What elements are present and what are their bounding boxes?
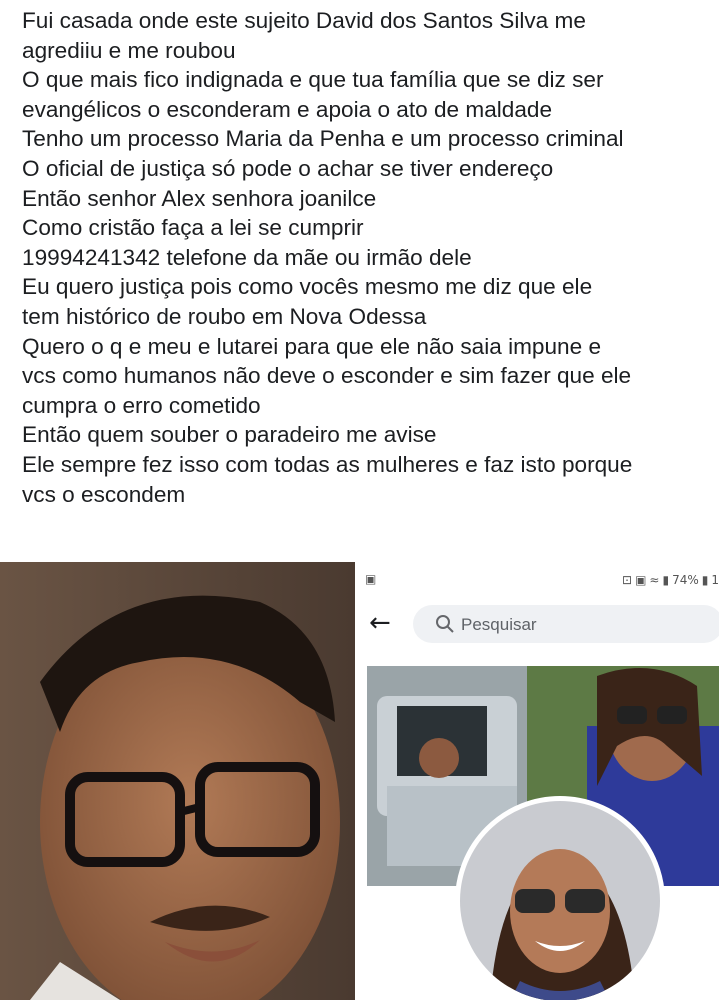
post-line: O oficial de justiça só pode o achar se …	[22, 155, 554, 181]
post-line: Fui casada onde este sujeito David dos S…	[22, 8, 586, 33]
signal-icon: ▮	[662, 573, 670, 587]
post-line: agrediiu e me roubou	[22, 37, 236, 63]
post-line: vcs o escondem	[22, 481, 186, 507]
profile-picture-image	[460, 801, 660, 1000]
search-bar: ← Pesquisar	[363, 602, 719, 650]
notification-icon: ▣	[365, 572, 377, 586]
battery-icon: ▮	[701, 573, 709, 587]
post-line: vcs como humanos não deve o esconder e s…	[22, 363, 632, 389]
post-line: Eu quero justiça pois como vocês mesmo m…	[22, 274, 593, 300]
status-icons: ⊡ ▣ ≈ ▮ 74% ▮ 1	[619, 573, 719, 587]
clock: 1	[711, 573, 719, 587]
post-line: Quero o q e meu e lutarei para que ele n…	[22, 333, 602, 359]
post-line: evangélicos o esconderam e apoia o ato d…	[22, 96, 553, 122]
back-arrow-icon[interactable]: ←	[369, 608, 399, 638]
post-line: Como cristão faça a lei se cumprir	[22, 215, 364, 241]
post-line: O que mais fico indignada e que tua famí…	[22, 67, 604, 93]
image-icon: ▣	[635, 573, 647, 587]
man-photo-image	[0, 562, 355, 1000]
lock-icon: ⊡	[622, 573, 633, 587]
post-line: Então quem souber o paradeiro me avise	[22, 422, 437, 448]
battery-percent: 74%	[672, 573, 699, 587]
phone-screenshot: ▣ ⊡ ▣ ≈ ▮ 74% ▮ 1 ← Pesquisar	[363, 568, 719, 1000]
search-input[interactable]: Pesquisar	[413, 605, 719, 643]
post-line: Ele sempre fez isso com todas as mulhere…	[22, 451, 633, 477]
profile-picture[interactable]	[455, 796, 665, 1000]
post-line: Então senhor Alex senhora joanilce	[22, 185, 377, 211]
search-placeholder: Pesquisar	[461, 615, 537, 634]
post-line: Tenho um processo Maria da Penha e um pr…	[22, 126, 624, 152]
search-icon	[436, 615, 454, 633]
post-line: cumpra o erro cometido	[22, 392, 261, 418]
wifi-icon: ≈	[649, 573, 660, 587]
post-line: tem histórico de roubo em Nova Odessa	[22, 303, 427, 329]
post-line: 19994241342 telefone da mãe ou irmão del…	[22, 244, 472, 270]
post-text: Fui casada onde este sujeito David dos S…	[22, 6, 712, 509]
man-photo[interactable]	[0, 562, 355, 1000]
status-bar: ▣ ⊡ ▣ ≈ ▮ 74% ▮ 1	[363, 568, 719, 594]
